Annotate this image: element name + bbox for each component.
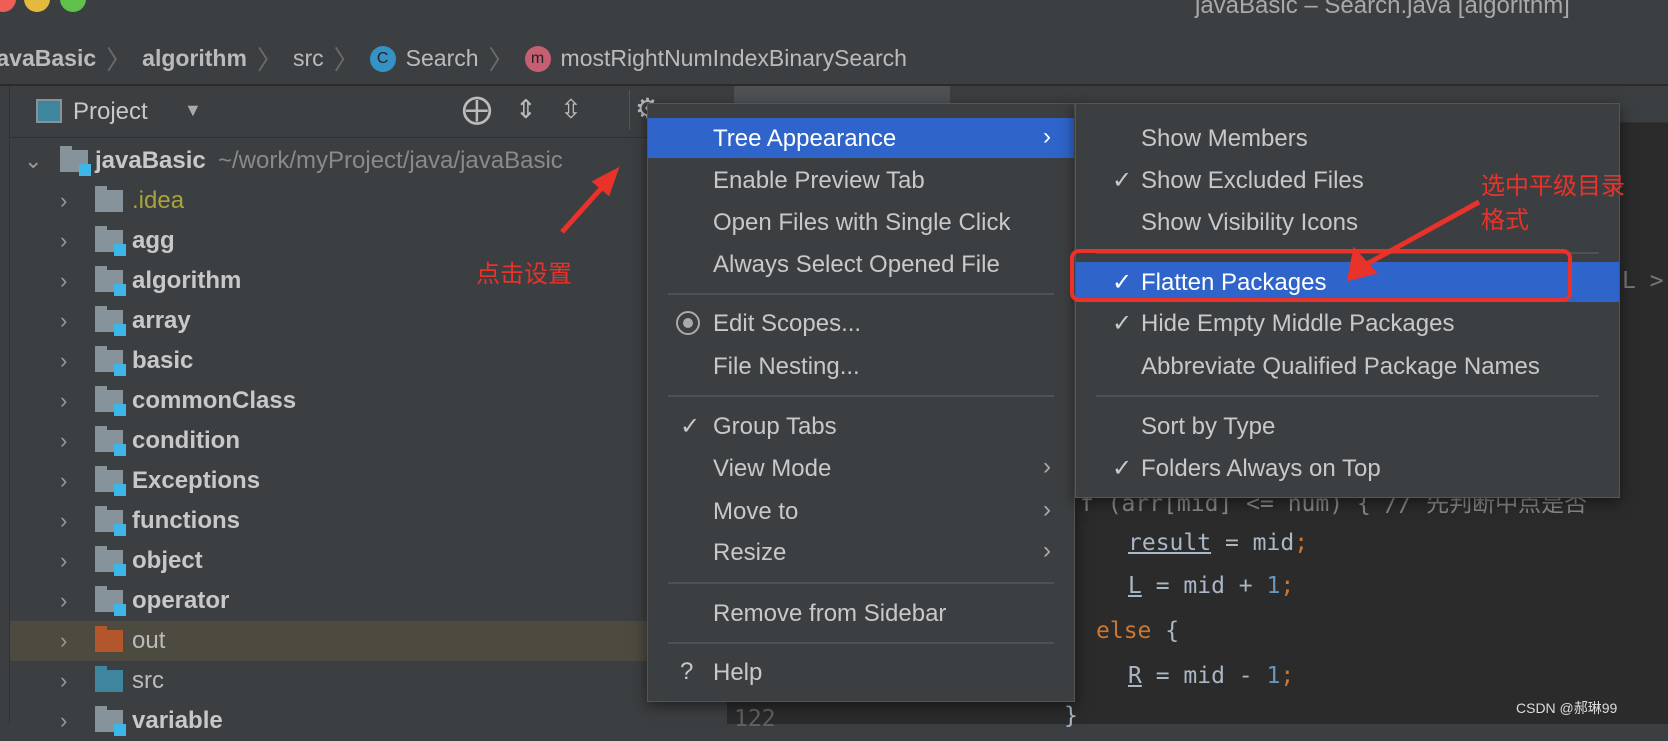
chevron-right-icon: ›: [1043, 537, 1051, 564]
menu-item-label: Group Tabs: [713, 413, 837, 440]
menu-item-label: Hide Empty Middle Packages: [1141, 310, 1455, 337]
menu-item-label: Resize: [713, 539, 787, 566]
watermark: CSDN @郝琳99: [1516, 700, 1618, 716]
gear-context-menu: Tree Appearance › Enable Preview Tab Open F…: [647, 103, 1075, 702]
menu-separator: [668, 582, 1054, 584]
menu-item-label: View Mode: [713, 455, 832, 482]
menu-item[interactable]: Remove from Sidebar: [648, 593, 1074, 633]
menu-item[interactable]: ✓ Hide Empty Middle Packages: [1076, 303, 1619, 343]
checkmark-icon: ✓: [1112, 167, 1133, 194]
menu-item[interactable]: File Nesting...: [648, 346, 1074, 386]
chevron-right-icon: ›: [1043, 496, 1051, 523]
checkmark-icon: ✓: [1112, 269, 1133, 296]
menu-item[interactable]: Edit Scopes...: [648, 303, 1074, 343]
checkmark-icon: ✓: [680, 413, 701, 440]
menu-item[interactable]: Sort by Type: [1076, 406, 1619, 446]
menu-item[interactable]: ✓ Flatten Packages: [1076, 262, 1619, 302]
menu-item-label: Sort by Type: [1141, 413, 1276, 440]
menu-item[interactable]: Open Files with Single Click: [648, 202, 1074, 242]
chevron-right-icon: ›: [1043, 123, 1051, 150]
chevron-right-icon: ›: [1043, 453, 1051, 480]
menu-separator: [668, 642, 1054, 644]
menu-item[interactable]: Abbreviate Qualified Package Names: [1076, 346, 1619, 386]
menu-item-label: Flatten Packages: [1141, 269, 1327, 296]
menu-separator: [668, 395, 1054, 397]
menu-item-label: Folders Always on Top: [1141, 455, 1381, 482]
menu-item-label: Show Excluded Files: [1141, 167, 1364, 194]
menu-separator: [1096, 252, 1599, 254]
menu-item-label: Always Select Opened File: [713, 251, 1000, 278]
menu-separator: [668, 293, 1054, 295]
menu-item-label: Enable Preview Tab: [713, 167, 925, 194]
menu-item[interactable]: Tree Appearance ›: [648, 118, 1074, 158]
tree-appearance-submenu: Show Members ✓ Show Excluded Files Show Vis…: [1075, 103, 1620, 498]
menu-item-label: Move to: [713, 498, 799, 525]
checkmark-icon: ✓: [1112, 310, 1133, 337]
menu-item[interactable]: View Mode ›: [648, 448, 1074, 488]
menu-item-label: Help: [713, 659, 763, 686]
menu-item[interactable]: ? Help: [648, 652, 1074, 692]
checkmark-icon: ✓: [1112, 455, 1133, 482]
menu-item-label: Edit Scopes...: [713, 310, 862, 337]
menu-item-label: Remove from Sidebar: [713, 600, 947, 627]
menu-item[interactable]: Show Members: [1076, 118, 1619, 158]
menu-item[interactable]: Always Select Opened File: [648, 244, 1074, 284]
menu-item[interactable]: Resize ›: [648, 532, 1074, 572]
menu-separator: [1096, 395, 1599, 397]
help-icon: ?: [680, 658, 694, 685]
menu-item[interactable]: Enable Preview Tab: [648, 160, 1074, 200]
menu-item[interactable]: ✓ Group Tabs: [648, 406, 1074, 446]
menu-item-label: Show Visibility Icons: [1141, 209, 1358, 236]
menu-item[interactable]: Move to ›: [648, 491, 1074, 531]
menu-item-label: Tree Appearance: [713, 125, 897, 152]
menu-item-label: File Nesting...: [713, 353, 860, 380]
annotation-select-flatten: 选中平级目录 格式: [1481, 170, 1625, 238]
annotation-line: 选中平级目录: [1481, 173, 1625, 200]
menu-item-label: Show Members: [1141, 125, 1308, 152]
menu-item-label: Open Files with Single Click: [713, 209, 1011, 236]
annotation-line: 格式: [1481, 207, 1529, 234]
scope-icon: [676, 311, 700, 335]
menu-item-label: Abbreviate Qualified Package Names: [1141, 353, 1540, 380]
menu-item[interactable]: ✓ Folders Always on Top: [1076, 448, 1619, 488]
